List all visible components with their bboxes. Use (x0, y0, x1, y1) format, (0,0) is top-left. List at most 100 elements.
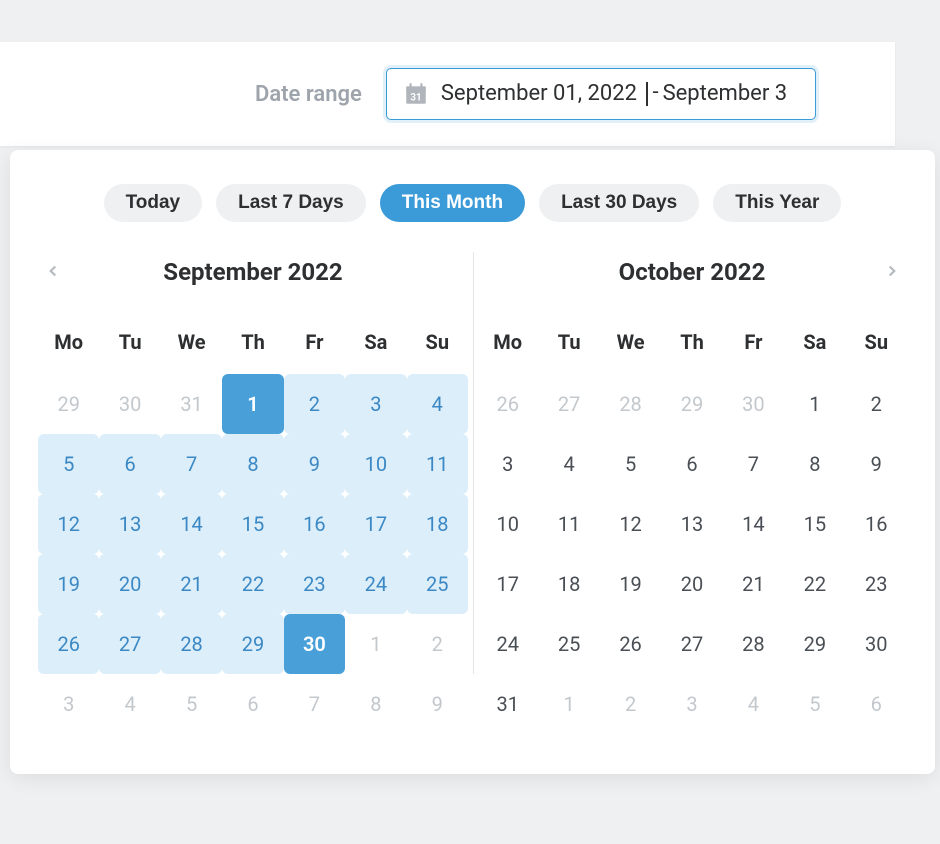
day-cell[interactable]: 4 (538, 434, 599, 494)
day-cell[interactable]: 1 (345, 614, 406, 674)
day-cell[interactable]: 6 (661, 434, 722, 494)
weekday-header: Tu (99, 322, 160, 374)
day-cell[interactable]: 27 (99, 614, 160, 674)
day-cell[interactable]: 19 (600, 554, 661, 614)
day-cell[interactable]: 19 (38, 554, 99, 614)
day-cell[interactable]: 16 (846, 494, 907, 554)
day-cell[interactable]: 6 (846, 674, 907, 734)
day-cell[interactable]: 9 (407, 674, 468, 734)
day-cell[interactable]: 1 (784, 374, 845, 434)
day-cell[interactable]: 11 (407, 434, 468, 494)
day-cell[interactable]: 30 (723, 374, 784, 434)
day-cell[interactable]: 7 (284, 674, 345, 734)
day-cell[interactable]: 3 (345, 374, 406, 434)
day-cell[interactable]: 24 (345, 554, 406, 614)
day-cell[interactable]: 21 (723, 554, 784, 614)
preset-this-month[interactable]: This Month (380, 184, 525, 222)
day-cell[interactable]: 1 (538, 674, 599, 734)
day-cell[interactable]: 25 (538, 614, 599, 674)
day-cell[interactable]: 5 (38, 434, 99, 494)
day-cell[interactable]: 14 (723, 494, 784, 554)
day-cell[interactable]: 8 (222, 434, 283, 494)
day-cell[interactable]: 12 (600, 494, 661, 554)
day-cell[interactable]: 18 (538, 554, 599, 614)
prev-month-button[interactable] (38, 253, 68, 291)
day-cell[interactable]: 17 (477, 554, 538, 614)
day-cell[interactable]: 17 (345, 494, 406, 554)
day-cell[interactable]: 15 (784, 494, 845, 554)
day-cell[interactable]: 6 (222, 674, 283, 734)
day-cell[interactable]: 23 (284, 554, 345, 614)
day-cell[interactable]: 21 (161, 554, 222, 614)
svg-text:31: 31 (410, 93, 421, 104)
day-cell[interactable]: 24 (477, 614, 538, 674)
day-cell[interactable]: 9 (846, 434, 907, 494)
day-cell[interactable]: 13 (99, 494, 160, 554)
day-cell[interactable]: 31 (161, 374, 222, 434)
day-cell[interactable]: 10 (345, 434, 406, 494)
weekday-header: Th (661, 322, 722, 374)
day-cell[interactable]: 26 (38, 614, 99, 674)
preset-this-year[interactable]: This Year (713, 184, 841, 222)
day-cell[interactable]: 9 (284, 434, 345, 494)
day-cell[interactable]: 28 (161, 614, 222, 674)
day-cell[interactable]: 4 (407, 374, 468, 434)
day-cell[interactable]: 3 (661, 674, 722, 734)
day-cell[interactable]: 6 (99, 434, 160, 494)
day-cell[interactable]: 27 (538, 374, 599, 434)
day-cell[interactable]: 2 (284, 374, 345, 434)
day-cell[interactable]: 14 (161, 494, 222, 554)
day-cell[interactable]: 22 (784, 554, 845, 614)
preset-last-30-days[interactable]: Last 30 Days (539, 184, 699, 222)
weekday-header: Mo (477, 322, 538, 374)
day-cell[interactable]: 12 (38, 494, 99, 554)
preset-today[interactable]: Today (104, 184, 203, 222)
preset-last-7-days[interactable]: Last 7 Days (216, 184, 366, 222)
day-cell[interactable]: 7 (723, 434, 784, 494)
day-cell[interactable]: 29 (222, 614, 283, 674)
day-cell[interactable]: 30 (284, 614, 345, 674)
calendar-header: September 2022 (38, 252, 468, 292)
day-cell[interactable]: 2 (407, 614, 468, 674)
day-cell[interactable]: 25 (407, 554, 468, 614)
day-cell[interactable]: 27 (661, 614, 722, 674)
day-cell[interactable]: 4 (99, 674, 160, 734)
day-cell[interactable]: 5 (161, 674, 222, 734)
day-cell[interactable]: 3 (477, 434, 538, 494)
day-cell[interactable]: 13 (661, 494, 722, 554)
preset-row: Today Last 7 Days This Month Last 30 Days Th… (38, 184, 907, 222)
calendar-right: October 2022MoTuWeThFrSaSu26272829301234… (477, 252, 907, 734)
day-cell[interactable]: 29 (784, 614, 845, 674)
day-cell[interactable]: 4 (723, 674, 784, 734)
next-month-button[interactable] (877, 253, 907, 291)
day-cell[interactable]: 26 (477, 374, 538, 434)
day-cell[interactable]: 5 (784, 674, 845, 734)
day-cell[interactable]: 23 (846, 554, 907, 614)
date-range-input[interactable]: 31 September 01, 2022 -September 3 (386, 68, 816, 120)
day-cell[interactable]: 15 (222, 494, 283, 554)
day-cell[interactable]: 29 (661, 374, 722, 434)
day-cell[interactable]: 8 (345, 674, 406, 734)
day-cell[interactable]: 18 (407, 494, 468, 554)
day-cell[interactable]: 5 (600, 434, 661, 494)
day-cell[interactable]: 30 (846, 614, 907, 674)
day-cell[interactable]: 10 (477, 494, 538, 554)
day-cell[interactable]: 11 (538, 494, 599, 554)
day-cell[interactable]: 20 (99, 554, 160, 614)
day-cell[interactable]: 20 (661, 554, 722, 614)
day-cell[interactable]: 22 (222, 554, 283, 614)
day-cell[interactable]: 28 (723, 614, 784, 674)
day-cell[interactable]: 31 (477, 674, 538, 734)
day-cell[interactable]: 3 (38, 674, 99, 734)
day-cell[interactable]: 7 (161, 434, 222, 494)
day-cell[interactable]: 30 (99, 374, 160, 434)
day-cell[interactable]: 16 (284, 494, 345, 554)
day-cell[interactable]: 26 (600, 614, 661, 674)
day-cell[interactable]: 28 (600, 374, 661, 434)
date-picker-popup: Today Last 7 Days This Month Last 30 Days Th… (10, 150, 935, 774)
day-cell[interactable]: 2 (600, 674, 661, 734)
day-cell[interactable]: 8 (784, 434, 845, 494)
day-cell[interactable]: 29 (38, 374, 99, 434)
day-cell[interactable]: 2 (846, 374, 907, 434)
day-cell[interactable]: 1 (222, 374, 283, 434)
